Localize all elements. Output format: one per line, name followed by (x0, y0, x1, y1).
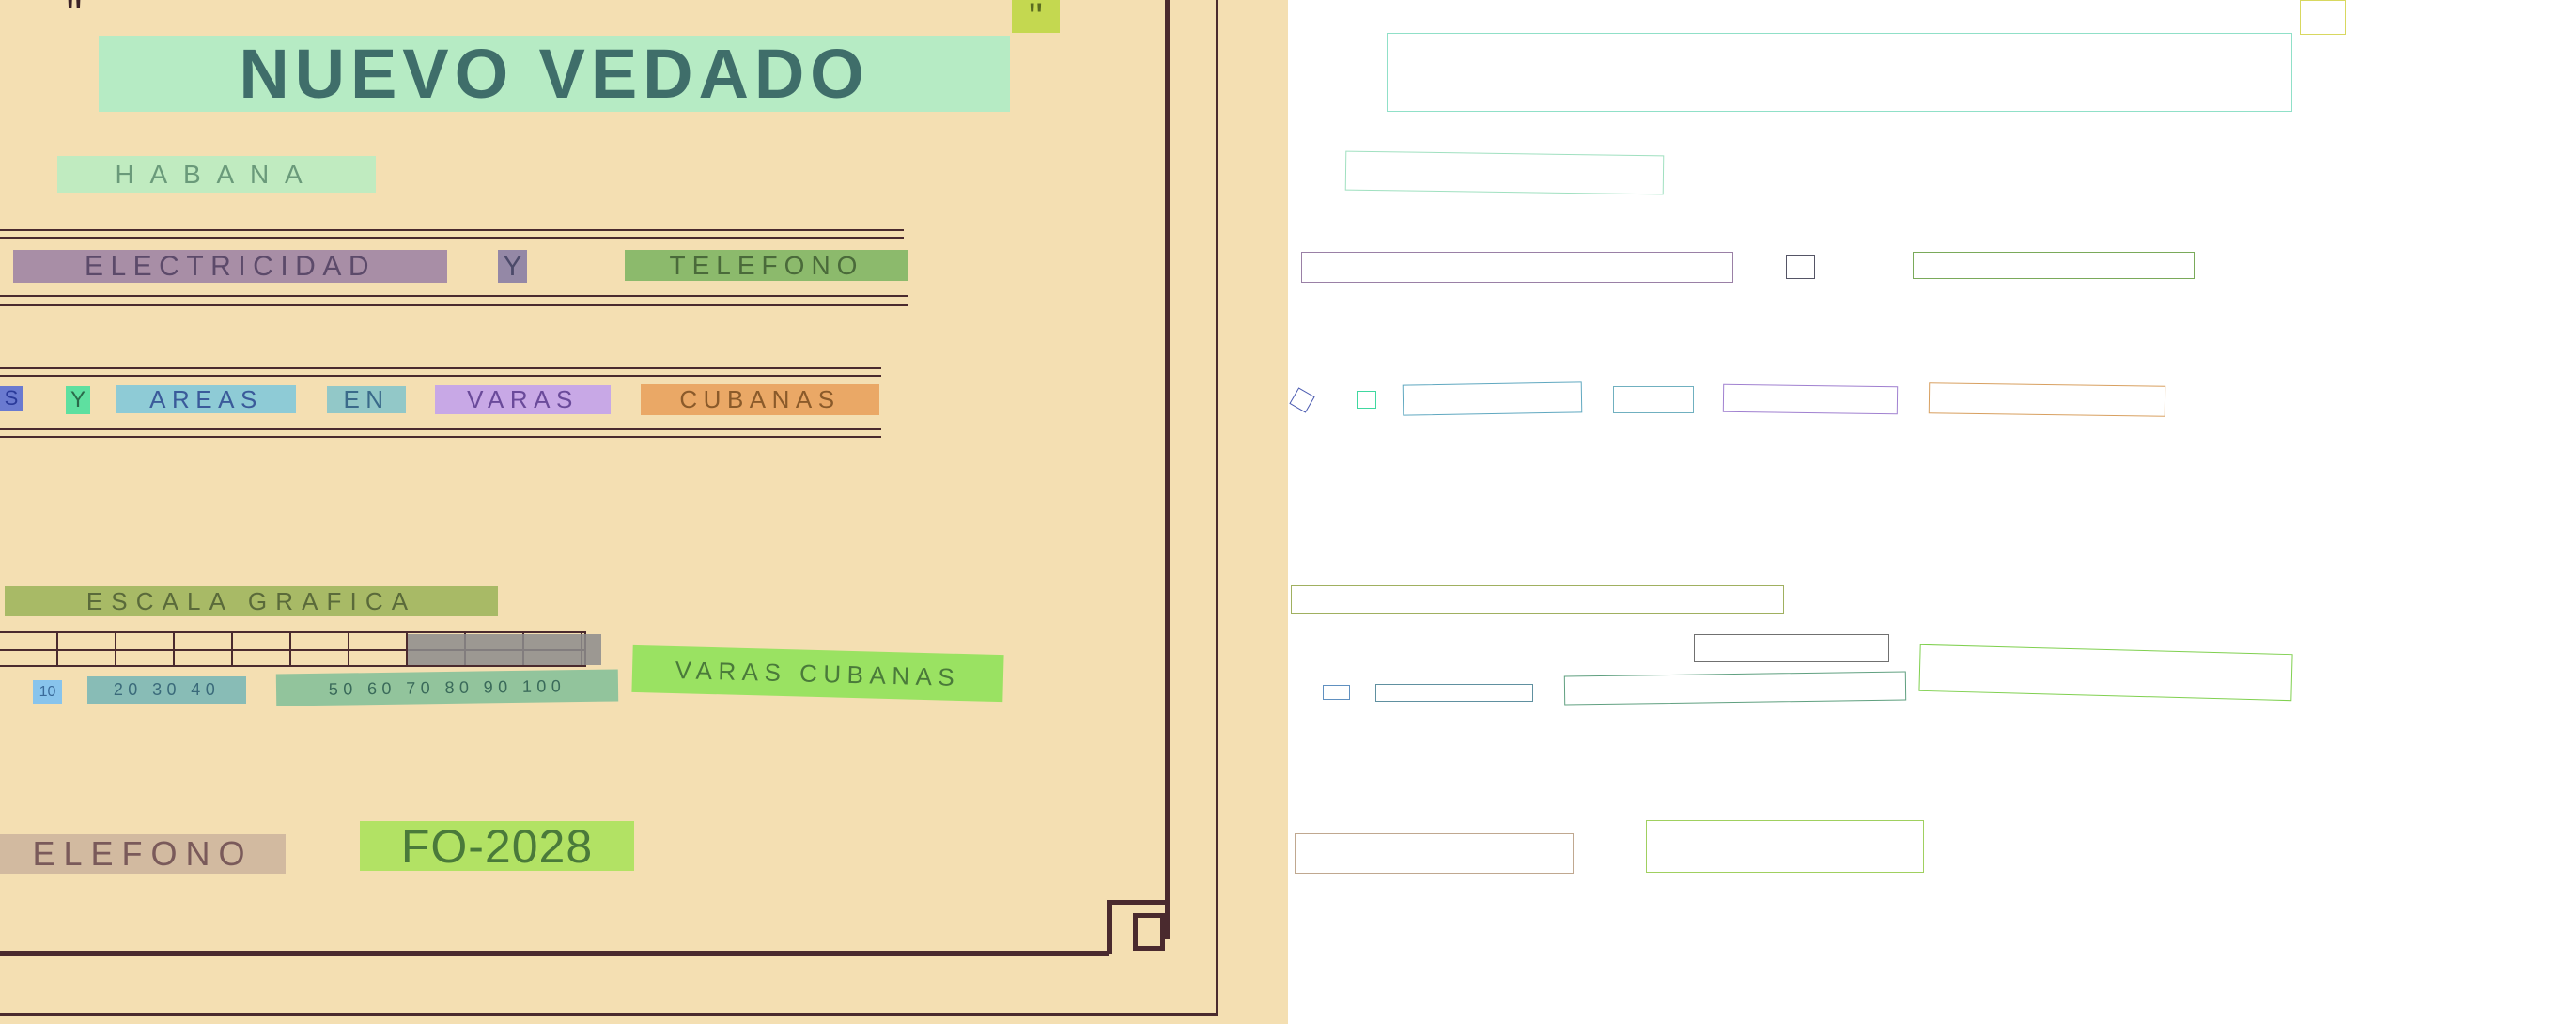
annotation-box (1646, 820, 1924, 873)
rule-line (0, 237, 904, 239)
rule-line (0, 229, 904, 231)
phone-number: FO-2028 (360, 821, 634, 871)
scale-unit-label: VARAS CUBANAS (631, 644, 1004, 703)
border-inner-right (1165, 0, 1170, 939)
city-label: HABANA (57, 156, 376, 193)
annotation-box (1344, 150, 1665, 195)
annotation-box (1301, 252, 1733, 283)
annotation-box (1722, 383, 1899, 415)
scale-tick-label: 50 60 70 80 90 100 (275, 669, 619, 706)
scale-highlight (408, 634, 601, 665)
units-word: EN (327, 386, 406, 413)
annotation-box (1289, 387, 1315, 413)
units-word: CUBANAS (641, 384, 879, 415)
rule-line (0, 295, 908, 297)
subtitle-word: ELECTRICIDAD (13, 250, 447, 283)
border-outer-bottom (0, 1013, 1218, 1016)
annotation-box (1563, 671, 1907, 706)
document-title: NUEVO VEDADO (99, 36, 1010, 112)
annotation-box (1295, 833, 1574, 874)
units-word: S (0, 386, 23, 411)
annotation-box (1918, 644, 2293, 702)
units-word: AREAS (116, 385, 296, 413)
border-corner (1107, 900, 1169, 905)
rule-line (0, 428, 881, 430)
scanned-document: " NUEVO VEDADO " HABANA ELECTRICIDAD Y T… (0, 0, 1288, 1024)
annotation-box (1291, 585, 1784, 614)
annotation-box (1913, 252, 2195, 279)
annotation-box (1323, 685, 1350, 700)
rule-line (0, 367, 881, 369)
scale-title: ESCALA GRAFICA (5, 586, 498, 616)
annotation-box (1694, 634, 1889, 662)
border-outer-right (1216, 0, 1218, 1015)
annotation-box (2300, 0, 2346, 35)
annotation-box (1387, 33, 2292, 112)
rule-line (0, 436, 881, 438)
subtitle-word: Y (498, 250, 527, 283)
annotation-box (1402, 381, 1583, 416)
phone-label: ELEFONO (0, 834, 286, 874)
annotation-box (1375, 684, 1533, 702)
units-word: VARAS (435, 385, 611, 414)
border-inner-bottom (0, 951, 1109, 956)
subtitle-word: TELEFONO (625, 250, 908, 281)
border-corner (1133, 913, 1165, 951)
title-quote-open: " (66, 0, 94, 28)
annotation-box (1786, 255, 1815, 279)
scale-tick-label: 20 30 40 (87, 676, 246, 704)
annotation-box (1357, 391, 1376, 409)
units-word: Y (66, 386, 90, 414)
rule-line (0, 375, 881, 377)
title-quote-close: " (1012, 0, 1060, 33)
annotation-box (1613, 386, 1694, 413)
rule-line (0, 304, 908, 306)
scale-tick-label: 10 (33, 680, 62, 704)
border-corner (1107, 900, 1112, 954)
annotation-panel (1288, 0, 2576, 1024)
annotation-box (1928, 382, 2166, 417)
